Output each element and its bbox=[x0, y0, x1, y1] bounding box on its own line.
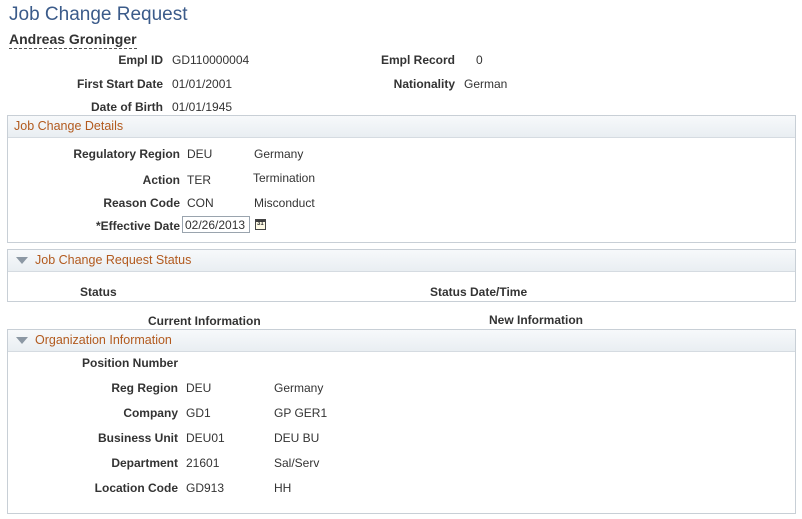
regulatory-region-code: DEU bbox=[187, 147, 213, 161]
collapse-triangle-icon[interactable] bbox=[16, 257, 28, 264]
effective-date-input[interactable] bbox=[182, 216, 250, 233]
request-status-title[interactable]: Job Change Request Status bbox=[35, 253, 191, 267]
first-start-value: 01/01/2001 bbox=[172, 77, 233, 91]
nationality-label: Nationality bbox=[393, 77, 455, 91]
org-row-code: GD913 bbox=[186, 481, 225, 495]
org-row-label: Location Code bbox=[94, 481, 178, 495]
calendar-icon[interactable] bbox=[255, 219, 266, 230]
org-row-code: 21601 bbox=[186, 456, 220, 470]
status-column-header: Status bbox=[80, 285, 117, 299]
org-row-desc: Germany bbox=[274, 381, 324, 395]
organization-header[interactable]: Organization Information bbox=[8, 330, 795, 352]
org-row-desc: GP GER1 bbox=[274, 406, 328, 420]
org-row-code: DEU01 bbox=[186, 431, 225, 445]
current-information-header: Current Information bbox=[148, 314, 261, 328]
first-start-label: First Start Date bbox=[76, 77, 163, 91]
org-row-desc: DEU BU bbox=[274, 431, 320, 445]
reason-code-value: CON bbox=[187, 196, 214, 210]
org-row-label: Reg Region bbox=[111, 381, 178, 395]
dob-label: Date of Birth bbox=[91, 100, 163, 114]
empl-record-label: Empl Record bbox=[380, 53, 455, 67]
empl-record-value: 0 bbox=[476, 53, 483, 67]
org-row-label: Business Unit bbox=[97, 431, 178, 445]
action-label: Action bbox=[142, 173, 180, 187]
org-row-label: Company bbox=[123, 406, 178, 420]
empl-id-label: Empl ID bbox=[118, 53, 163, 67]
request-status-section: Job Change Request Status bbox=[7, 249, 796, 302]
org-row-label: Department bbox=[111, 456, 178, 470]
nationality-value: German bbox=[464, 77, 508, 91]
job-change-details-header: Job Change Details bbox=[8, 116, 795, 138]
new-information-header: New Information bbox=[489, 313, 584, 327]
collapse-triangle-icon[interactable] bbox=[16, 337, 28, 344]
position-number-label: Position Number bbox=[81, 356, 178, 370]
action-desc: Termination bbox=[253, 171, 316, 185]
org-row-code: GD1 bbox=[186, 406, 211, 420]
empl-id-value: GD110000004 bbox=[172, 53, 250, 67]
job-change-details-title: Job Change Details bbox=[14, 119, 124, 133]
status-date-column-header: Status Date/Time bbox=[430, 285, 528, 299]
regulatory-region-label: Regulatory Region bbox=[73, 147, 180, 161]
org-row-code: DEU bbox=[186, 381, 212, 395]
reason-code-desc: Misconduct bbox=[254, 196, 315, 210]
org-row-desc: Sal/Serv bbox=[274, 456, 320, 470]
page-title: Job Change Request bbox=[9, 4, 188, 25]
reason-code-label: Reason Code bbox=[103, 196, 180, 210]
employee-name[interactable]: Andreas Groninger bbox=[9, 31, 137, 49]
regulatory-region-desc: Germany bbox=[254, 147, 304, 161]
organization-title[interactable]: Organization Information bbox=[35, 333, 172, 347]
action-code: TER bbox=[187, 173, 211, 187]
request-status-header[interactable]: Job Change Request Status bbox=[8, 250, 795, 272]
org-row-desc: HH bbox=[274, 481, 292, 495]
effective-date-label: *Effective Date bbox=[95, 219, 180, 233]
dob-value: 01/01/1945 bbox=[172, 100, 233, 114]
